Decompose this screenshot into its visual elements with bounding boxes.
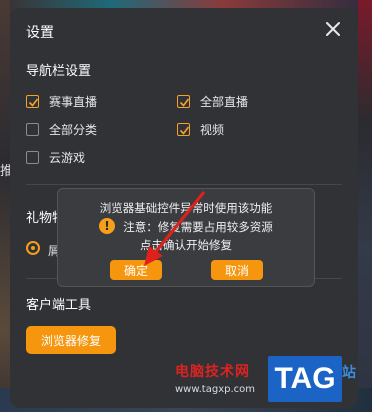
close-button[interactable] (324, 20, 342, 38)
checkbox-cloud-gaming[interactable]: 云游戏 (26, 149, 85, 166)
radio-option[interactable] (26, 241, 40, 255)
checkbox-label: 云游戏 (49, 151, 86, 165)
panel-title: 设置 (26, 25, 54, 41)
browser-repair-button[interactable]: 浏览器修复 (26, 326, 116, 354)
checkbox-label: 赛事直播 (49, 95, 98, 109)
checkbox-video[interactable]: 视频 (177, 121, 224, 138)
client-tools-title: 客户端工具 (26, 298, 92, 313)
background-left (0, 0, 10, 412)
watermark-text: 电脑技术网 (175, 364, 250, 380)
close-icon (326, 22, 340, 36)
checkbox-label: 全部直播 (200, 95, 249, 109)
red-arrow-icon (144, 191, 206, 266)
watermark-badge: TAG (268, 356, 342, 402)
checkbox-icon (26, 151, 39, 164)
checkbox-icon (177, 123, 190, 136)
checkbox-icon (26, 95, 39, 108)
checkbox-all-categories[interactable]: 全部分类 (26, 121, 97, 138)
checkbox-label: 全部分类 (49, 123, 98, 137)
checkbox-label: 视频 (200, 123, 225, 137)
nav-settings-title: 导航栏设置 (26, 64, 92, 79)
watermark-suffix: 站 (342, 365, 356, 381)
checkbox-esports-live[interactable]: 赛事直播 (26, 93, 97, 110)
cancel-button[interactable]: 取消 (211, 260, 263, 280)
checkbox-all-live[interactable]: 全部直播 (177, 93, 248, 110)
background-right (358, 0, 372, 412)
divider (26, 184, 342, 185)
checkbox-icon (177, 95, 190, 108)
watermark-url: www.tagxp.com (175, 384, 255, 395)
checkbox-icon (26, 123, 39, 136)
